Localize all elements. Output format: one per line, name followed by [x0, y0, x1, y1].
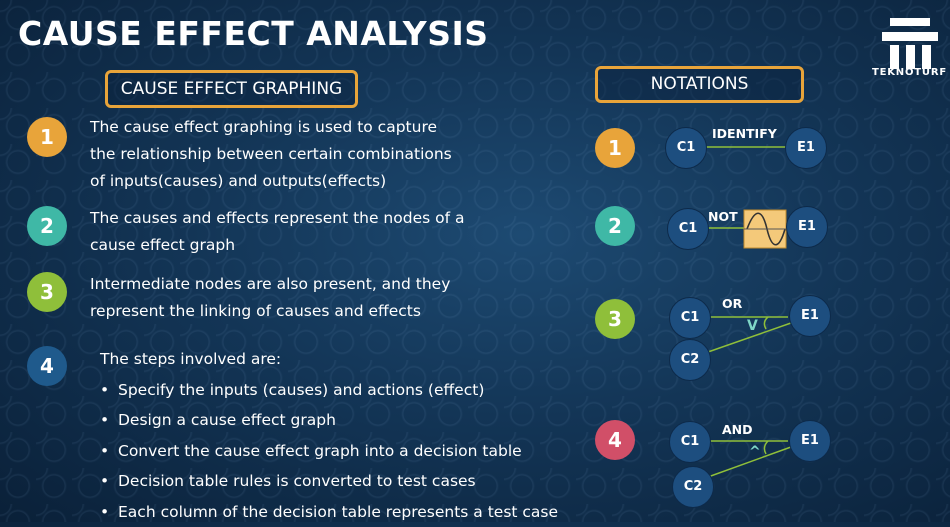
node-e1: E1	[789, 420, 831, 462]
and-label: AND	[722, 422, 753, 437]
node-e1: E1	[785, 127, 827, 169]
node-c1: C1	[667, 208, 709, 250]
node-e1: E1	[789, 295, 831, 337]
node-c1: C1	[665, 127, 707, 169]
or-label: OR	[722, 296, 742, 311]
notation-number-4: 4	[595, 420, 635, 460]
node-c1: C1	[669, 421, 711, 463]
not-label: NOT	[708, 209, 738, 224]
node-e1: E1	[786, 206, 828, 248]
node-c1: C1	[669, 297, 711, 339]
and-arc	[764, 441, 768, 454]
or-symbol: V	[747, 318, 758, 334]
notation-number-2: 2	[595, 206, 635, 246]
notation-number-1: 1	[595, 128, 635, 168]
and-symbol: ^	[749, 444, 761, 460]
or-arc	[764, 317, 768, 329]
node-c2: C2	[669, 339, 711, 381]
identify-label: IDENTIFY	[712, 126, 777, 141]
notation-number-3: 3	[595, 299, 635, 339]
node-c2: C2	[672, 466, 714, 508]
